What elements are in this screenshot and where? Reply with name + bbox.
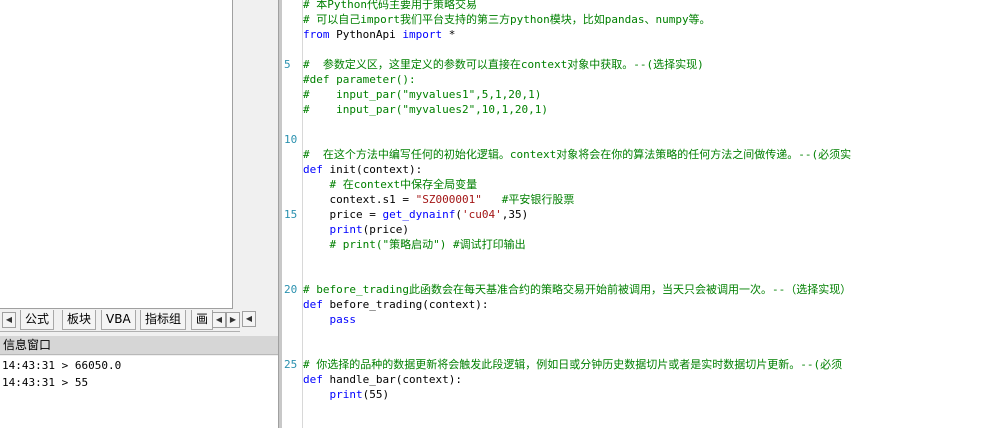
line-number: 15 [284, 208, 298, 221]
tab-scroll-left-icon[interactable]: ◀ [2, 312, 16, 328]
line-number-gutter: 5 10 15 20 25 [282, 0, 303, 428]
code-keyword: print [303, 223, 363, 236]
code-line: context.s1 = "SZ000001" #平安银行股票 [303, 192, 574, 207]
tab-scroll-left-small-icon[interactable]: ◀ [212, 312, 226, 328]
code-keyword: import [402, 28, 443, 41]
log-line: 14:43:31 > 66050.0 [2, 359, 122, 372]
code-text: (55) [362, 388, 390, 401]
tab-indicator-group[interactable]: 指标组 [140, 310, 187, 330]
left-tab-bar: ◀ 公式 板块 VBA 指标组 画 ◀ ▶ [0, 309, 260, 332]
code-line: # 本Python代码主要用于策略交易 [303, 0, 477, 11]
code-text: context.s1 = [303, 193, 416, 206]
code-line: def init(context): [303, 162, 422, 177]
log-line: 14:43:31 > 55 [2, 376, 89, 389]
code-text: price = [303, 208, 383, 221]
panel-splitter[interactable] [240, 0, 278, 336]
code-text: init(context): [322, 163, 423, 176]
code-comment: #平安银行股票 [481, 193, 575, 206]
code-keyword: def [303, 298, 323, 311]
code-keyword: def [303, 163, 323, 176]
tab-drawing[interactable]: 画 [191, 310, 214, 330]
code-keyword: def [303, 373, 323, 386]
line-number: 5 [284, 58, 291, 71]
tab-formula[interactable]: 公式 [20, 310, 55, 330]
tab-vba[interactable]: VBA [101, 310, 136, 330]
code-line: # 你选择的品种的数据更新将会触发此段逻辑，例如日或分钟历史数据切片或者是实时数… [303, 358, 843, 371]
code-line: # 可以自己import我们平台支持的第三方python模块，比如pandas、… [303, 13, 711, 26]
code-line: def before_trading(context): [303, 297, 488, 312]
code-line: from PythonApi import * [303, 27, 455, 42]
code-line: # input_par("myvalues2",10,1,20,1) [303, 103, 549, 116]
line-number: 20 [284, 283, 298, 296]
code-editor[interactable]: # 本Python代码主要用于策略交易 # 可以自己import我们平台支持的第… [303, 0, 982, 428]
line-number: 10 [284, 133, 298, 146]
info-window-title: 信息窗口 [0, 336, 278, 355]
code-keyword: from [303, 28, 330, 41]
code-keyword: print [303, 388, 363, 401]
code-line: # 在context中保存全局变量 [303, 178, 478, 191]
code-line: # input_par("myvalues1",5,1,20,1) [303, 88, 542, 101]
code-text: ,35) [501, 208, 529, 221]
code-line: price = get_dynainf('cu04',35) [303, 207, 528, 222]
code-text: * [442, 28, 456, 41]
code-line: pass [303, 313, 356, 326]
scroll-left-arrow-icon[interactable]: ◀ [242, 311, 256, 327]
code-string: 'cu04' [461, 208, 502, 221]
left-tree-panel[interactable] [0, 0, 233, 309]
code-text: handle_bar(context): [322, 373, 462, 386]
code-text: ( [455, 208, 462, 221]
line-number: 25 [284, 358, 298, 371]
tab-scroll-right-icon[interactable]: ▶ [226, 312, 240, 328]
code-line: # print("策略启动") #调试打印输出 [303, 238, 526, 251]
code-text: (price) [362, 223, 409, 236]
info-window-log: 14:43:31 > 66050.0 14:43:31 > 55 [0, 356, 278, 428]
code-line: def handle_bar(context): [303, 372, 462, 387]
code-line: #def parameter(): [303, 73, 416, 86]
code-line: # 在这个方法中编写任何的初始化逻辑。context对象将会在你的算法策略的任何… [303, 148, 852, 161]
code-line: print(55) [303, 387, 389, 402]
code-text: PythonApi [329, 28, 403, 41]
code-function: get_dynainf [382, 208, 456, 221]
code-text: before_trading(context): [322, 298, 489, 311]
code-line: # 参数定义区，这里定义的参数可以直接在context对象中获取。--(选择实现… [303, 58, 704, 71]
code-string: "SZ000001" [415, 193, 482, 206]
tab-sector[interactable]: 板块 [62, 310, 97, 330]
code-line: print(price) [303, 222, 409, 237]
code-line: # before_trading此函数会在每天基准合约的策略交易开始前被调用，当… [303, 283, 852, 296]
